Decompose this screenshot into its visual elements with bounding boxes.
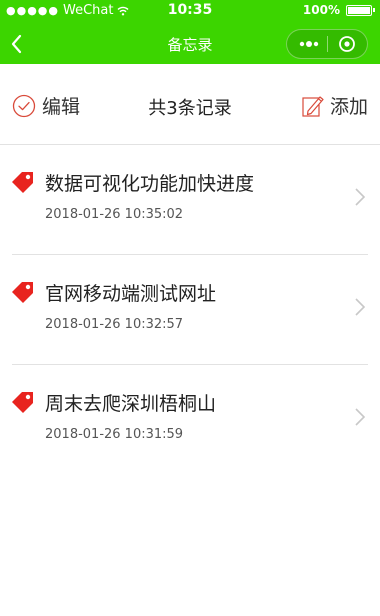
item-date: 2018-01-26 10:31:59 xyxy=(45,427,184,442)
edit-button[interactable]: 编辑 xyxy=(12,92,80,119)
pencil-icon xyxy=(302,95,324,117)
tag-icon xyxy=(12,282,33,303)
item-date: 2018-01-26 10:32:57 xyxy=(45,317,184,332)
battery-icon xyxy=(346,4,375,16)
tag-icon xyxy=(12,392,33,413)
toolbar: 编辑 共3条记录 添加 xyxy=(0,64,380,145)
capsule-divider xyxy=(327,36,328,52)
add-label: 添加 xyxy=(329,96,368,118)
edit-label: 编辑 xyxy=(42,96,81,118)
target-close-icon[interactable] xyxy=(335,34,359,54)
list-item[interactable]: 周末去爬深圳梧桐山 2018-01-26 10:31:59 xyxy=(0,365,380,474)
chevron-right-icon xyxy=(355,188,366,206)
list-item[interactable]: 官网移动端测试网址 2018-01-26 10:32:57 xyxy=(0,255,380,364)
chevron-right-icon xyxy=(355,298,366,316)
menu-capsule xyxy=(286,29,368,59)
app-header: ●●●●● WeChat 10:35 100% 备忘录 xyxy=(0,0,380,64)
item-date: 2018-01-26 10:35:02 xyxy=(45,207,184,222)
item-title: 官网移动端测试网址 xyxy=(45,283,217,305)
nav-bar: 备忘录 xyxy=(0,22,380,64)
add-button[interactable]: 添加 xyxy=(302,92,368,119)
memo-list: 数据可视化功能加快进度 2018-01-26 10:35:02 官网移动端测试网… xyxy=(0,145,380,474)
list-item[interactable]: 数据可视化功能加快进度 2018-01-26 10:35:02 xyxy=(0,145,380,254)
more-dots-icon[interactable] xyxy=(295,34,323,54)
tag-icon xyxy=(12,172,33,193)
check-circle-icon xyxy=(12,94,36,117)
status-right: 100% xyxy=(302,3,375,17)
chevron-right-icon xyxy=(355,408,366,426)
status-bar: ●●●●● WeChat 10:35 100% xyxy=(0,0,380,22)
item-title: 周末去爬深圳梧桐山 xyxy=(45,393,217,415)
item-title: 数据可视化功能加快进度 xyxy=(45,173,255,195)
battery-percent: 100% xyxy=(302,3,340,17)
